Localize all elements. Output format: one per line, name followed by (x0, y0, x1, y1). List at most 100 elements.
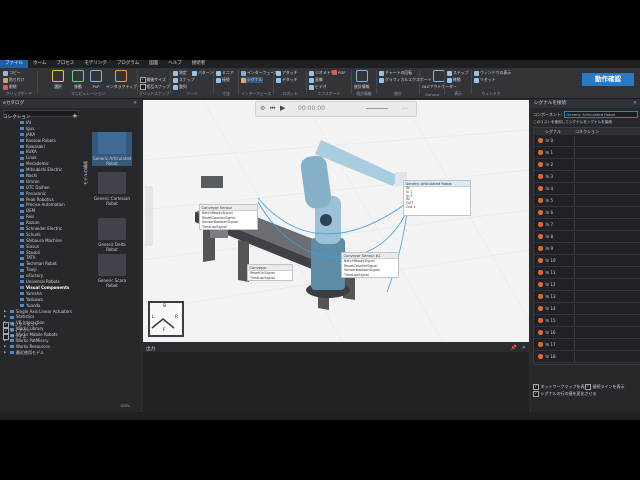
signal-connection-cell[interactable] (573, 147, 640, 158)
thumbnail-scara-robot[interactable]: Generic Scara Robot (92, 254, 132, 288)
signal-connection-cell[interactable] (573, 195, 640, 206)
signal-value-change-checkbox[interactable]: ✓ シグナルの行の値を変化させる (533, 391, 597, 397)
files-checkbox[interactable]: ファイル (3, 334, 39, 340)
menu-program[interactable]: プログラム (112, 60, 144, 68)
signal-row[interactable]: In 7 (534, 219, 640, 231)
menu-home[interactable]: ホーム (28, 60, 51, 68)
signal-connection-cell[interactable] (573, 315, 640, 326)
pin-icon[interactable]: 📌 (511, 345, 517, 351)
paste-button[interactable]: 貼り付け (3, 77, 25, 83)
mutual-snap-toggle[interactable]: 相互スナップ (140, 84, 170, 90)
signal-row[interactable]: In 8 (534, 231, 640, 243)
export-geometry-button[interactable]: ジオメトリ (309, 70, 334, 76)
signal-row[interactable]: In 13 (534, 291, 640, 303)
3d-viewport[interactable]: B L R F ⚙ ⏮ ▶ 00:00:00 ⋯ Conveyor Sensor… (143, 100, 529, 342)
signal-row[interactable]: In 16 (534, 327, 640, 339)
signal-connection-cell[interactable] (573, 243, 640, 254)
add-collection-icon[interactable]: + (72, 112, 78, 120)
signal-row[interactable]: In 10 (534, 255, 640, 267)
signal-row[interactable]: In 2 (534, 159, 640, 171)
column-signal[interactable]: シグナル (545, 128, 573, 135)
signal-row[interactable]: In 5 (534, 195, 640, 207)
pattern-button[interactable]: パターン (192, 70, 213, 76)
menu-drawing[interactable]: 図面 (144, 60, 163, 68)
mirror-button[interactable]: ミニア (216, 70, 234, 76)
interactive-button[interactable]: インタラクティブ (106, 70, 137, 90)
close-icon[interactable]: ✕ (522, 345, 526, 351)
menu-connected[interactable]: 接続者 (187, 60, 211, 68)
show-network-map-checkbox[interactable]: ✓ ネットワークマップを表示 (533, 384, 589, 390)
signal-block-articulated-robot[interactable]: Generic Articulated Robot IN In 1 In 2 I… (403, 180, 471, 216)
last-size-toggle[interactable]: ✓ 最後サイズ (140, 77, 166, 83)
speed-slider[interactable] (366, 108, 388, 109)
signal-connection-cell[interactable] (573, 231, 640, 242)
signal-connection-cell[interactable] (573, 135, 640, 146)
snap-button[interactable]: スナップ (173, 77, 195, 83)
chart-rotation-button[interactable]: チャートの回転 (379, 70, 412, 76)
export-pdf-button[interactable]: PDF (332, 70, 346, 75)
measure-button[interactable]: 測定 (173, 70, 187, 76)
signal-connection-cell[interactable] (573, 159, 640, 170)
reset-icon[interactable]: ⏮ (270, 105, 275, 113)
align-button[interactable]: 整列 (173, 84, 187, 90)
signal-connection-cell[interactable] (573, 219, 640, 230)
menu-file[interactable]: ファイル (0, 60, 28, 68)
signal-row[interactable]: In 1 (534, 147, 640, 159)
menu-modeling[interactable]: モデリング (79, 60, 112, 68)
signal-connection-cell[interactable] (573, 339, 640, 350)
signal-connection-cell[interactable] (573, 183, 640, 194)
expand-arrow-icon[interactable]: ▶ (4, 350, 8, 356)
connect-button[interactable]: 接続 (216, 77, 230, 83)
signal-connection-cell[interactable] (573, 303, 640, 314)
close-icon[interactable]: ✕ (133, 100, 137, 108)
signal-connection-cell[interactable] (573, 279, 640, 290)
signal-row[interactable]: In 14 (534, 303, 640, 315)
signal-row[interactable]: In 0 (534, 135, 640, 147)
signal-row[interactable]: In 17 (534, 339, 640, 351)
signal-block-conveyor-sensor-2[interactable]: Conveyor Sensor #2 BatchReadySignal Rese… (341, 252, 399, 279)
copy-button[interactable]: コピー (3, 70, 21, 76)
signal-button[interactable]: シグナル (241, 77, 263, 83)
signal-row[interactable]: In 15 (534, 315, 640, 327)
thumbnail-articulated-robot[interactable]: Generic Articulated Robot (92, 132, 132, 166)
move-button[interactable]: 移動 (72, 70, 84, 90)
signal-row[interactable]: In 3 (534, 171, 640, 183)
thumbnail-delta-robot[interactable]: Generic Delta Robot (92, 218, 132, 252)
show-window-button[interactable]: ウィンドウの表示 (474, 70, 511, 76)
attach-button[interactable]: アタッチ (276, 70, 298, 76)
signal-row[interactable]: In 12 (534, 279, 640, 291)
reset-window-button[interactable]: リセット (474, 77, 496, 83)
select-button[interactable]: 選択 (52, 70, 64, 90)
more-icon[interactable]: ⋯ (402, 105, 408, 112)
signal-connection-cell[interactable] (573, 327, 640, 338)
display-move-button[interactable]: 移動 (447, 77, 461, 83)
settings-icon[interactable]: ⚙ (260, 105, 265, 112)
signal-row[interactable]: In 6 (534, 207, 640, 219)
operation-check-button[interactable]: 動作確認 (582, 73, 634, 86)
detach-button[interactable]: デタッチ (276, 77, 298, 83)
signal-row[interactable]: In 18 (534, 351, 640, 363)
signal-connection-cell[interactable] (573, 171, 640, 182)
signal-connection-cell[interactable] (573, 207, 640, 218)
delete-button[interactable]: 削除 (3, 84, 17, 90)
signal-connection-cell[interactable] (573, 291, 640, 302)
signal-block-conveyor-sensor[interactable]: Conveyor Sensor BatchReadySignal ResetCo… (199, 204, 258, 231)
export-image-button[interactable]: 画像 (309, 77, 323, 83)
component-dropdown[interactable]: Generic Articulated Robot (564, 110, 638, 119)
statistics-info-button[interactable]: 統計情報 (354, 70, 370, 90)
signal-row[interactable]: In 11 (534, 267, 640, 279)
show-connection-lines-checkbox[interactable]: ✓ 接続ラインを表示 (585, 384, 625, 390)
menu-process[interactable]: プロセス (51, 60, 79, 68)
thumbnail-cartesian-robot[interactable]: Generic Cartesian Robot (92, 172, 132, 206)
column-connection[interactable]: コネクション (573, 128, 640, 135)
close-icon[interactable]: ✕ (633, 100, 637, 108)
signal-connection-cell[interactable] (573, 255, 640, 266)
signal-block-conveyor[interactable]: Conveyor ResetOnSignal TimeLapSignal (247, 264, 293, 282)
menu-help[interactable]: ヘルプ (163, 60, 187, 68)
export-video-button[interactable]: ビデオ (309, 84, 327, 90)
play-icon[interactable]: ▶ (280, 104, 285, 112)
signal-connection-cell[interactable] (573, 267, 640, 278)
signal-connection-cell[interactable] (573, 351, 640, 362)
step-button[interactable]: ステップ (447, 70, 469, 76)
viewport-side-toolbar[interactable] (145, 186, 153, 246)
